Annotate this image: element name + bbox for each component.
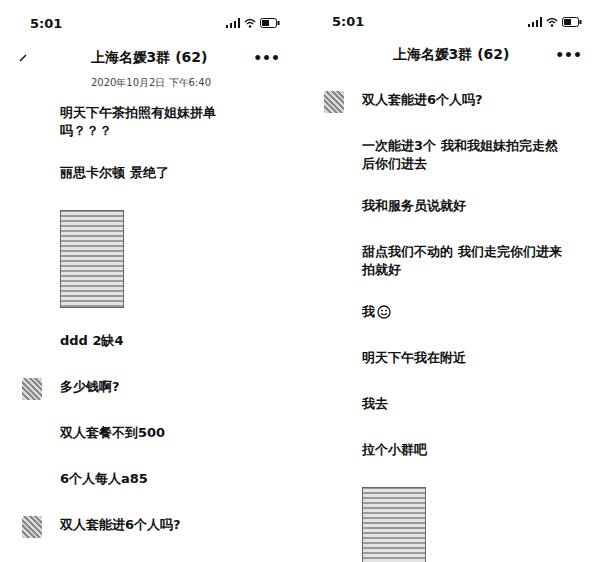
message-row: 我和服务员说就好 (320, 197, 594, 219)
avatar-slot (320, 349, 348, 371)
header-left (18, 53, 58, 63)
battery-icon (562, 17, 582, 27)
chat-title: 上海名媛3群 (62) (91, 49, 208, 67)
message-row (18, 210, 292, 308)
avatar[interactable] (22, 516, 42, 538)
message-text: 双人套餐不到500 (60, 424, 165, 442)
message-text: 我和服务员说就好 (362, 197, 466, 215)
avatar[interactable] (324, 91, 344, 113)
avatar-slot (320, 91, 348, 113)
message-text: 明天下午我在附近 (362, 349, 466, 367)
avatar-slot (320, 395, 348, 417)
message-text: 拉个小群吧 (362, 441, 427, 459)
avatar-slot (320, 487, 348, 509)
avatar-slot (320, 441, 348, 463)
avatar-slot (18, 470, 46, 492)
message-row: 我 (320, 303, 594, 325)
photo[interactable] (60, 210, 124, 308)
message-row: 明天下午茶拍照有姐妹拼单吗？？？ (18, 104, 292, 140)
screenshot-pair: 5:01上海名媛3群 (62)•••2020年10月2日 下午6:40明天下午茶… (0, 0, 604, 562)
message-row: 我去 (320, 395, 594, 417)
chat-title: 上海名媛3群 (62) (393, 46, 510, 64)
message-list: 双人套能进6个人吗? 一次能进3个 我和我姐妹拍完走然后你们进去我和服务员说就好甜… (302, 69, 604, 562)
avatar[interactable] (22, 378, 42, 400)
avatar-slot (18, 210, 46, 232)
avatar-slot (18, 516, 46, 538)
avatar-slot (320, 303, 348, 325)
avatar-slot (320, 137, 348, 159)
avatar-slot (18, 164, 46, 186)
status-bar: 5:01 (0, 0, 302, 32)
message-row: 明天下午我在附近 (320, 349, 594, 371)
more-button[interactable]: ••• (542, 47, 582, 63)
chat-header: 上海名媛3群 (62) ••• (0, 32, 302, 72)
back-icon[interactable] (18, 53, 28, 63)
avatar-slot (18, 104, 46, 126)
message-text: ddd 2缺4 (60, 332, 124, 350)
message-text: 丽思卡尔顿 景绝了 (60, 164, 169, 182)
message-text: 6个人每人a85 (60, 470, 148, 488)
message-text: 双人套能进6个人吗? (362, 91, 483, 109)
message-row: 双人套餐不到500 (18, 424, 292, 446)
avatar-slot (18, 378, 46, 400)
status-icons (528, 17, 582, 27)
message-row: 拉个小群吧 (320, 441, 594, 463)
signal-icon (528, 17, 542, 27)
status-time: 5:01 (332, 14, 364, 29)
message-row: 丽思卡尔顿 景绝了 (18, 164, 292, 186)
chat-panel: 5:01 上海名媛3群 (62) ••• 双人套能进6个人吗? 一次能进3个 我和我姐妹… (302, 0, 604, 562)
message-list: 明天下午茶拍照有姐妹拼单吗？？？ 丽思卡尔顿 景绝了 ddd 2缺4 多少钱啊? 双人套… (0, 90, 302, 538)
message-text: 我去 (362, 395, 388, 413)
battery-icon (260, 18, 280, 28)
message-row (320, 487, 594, 562)
signal-icon (226, 18, 240, 28)
message-row: 多少钱啊? (18, 378, 292, 400)
more-button[interactable]: ••• (240, 50, 280, 66)
message-text: 多少钱啊? (60, 378, 120, 396)
status-time: 5:01 (30, 16, 62, 31)
message-row: 6个人每人a85 (18, 470, 292, 492)
chat-header: 上海名媛3群 (62) ••• (302, 29, 604, 69)
status-icons (226, 18, 280, 28)
message-text: 明天下午茶拍照有姐妹拼单吗？？？ (60, 104, 260, 140)
wifi-icon (546, 17, 558, 27)
avatar-slot (18, 424, 46, 446)
avatar-slot (18, 332, 46, 354)
message-text: 双人套能进6个人吗? (60, 516, 181, 534)
message-row: 双人套能进6个人吗? (320, 91, 594, 113)
photo[interactable] (362, 487, 426, 562)
message-row: 双人套能进6个人吗? (18, 516, 292, 538)
status-bar: 5:01 (302, 0, 604, 29)
message-row: 甜点我们不动的 我们走完你们进来拍就好 (320, 243, 594, 279)
avatar-slot (320, 243, 348, 265)
message-text: 一次能进3个 我和我姐妹拍完走然后你们进去 (362, 137, 562, 173)
wifi-icon (244, 18, 256, 28)
message-row: 一次能进3个 我和我姐妹拍完走然后你们进去 (320, 137, 594, 173)
message-row: ddd 2缺4 (18, 332, 292, 354)
message-text: 甜点我们不动的 我们走完你们进来拍就好 (362, 243, 562, 279)
smiley-icon (377, 305, 391, 319)
chat-panel: 5:01上海名媛3群 (62)•••2020年10月2日 下午6:40明天下午茶… (0, 0, 302, 562)
avatar-slot (320, 197, 348, 219)
timestamp: 2020年10月2日 下午6:40 (0, 72, 302, 90)
message-text: 我 (362, 303, 391, 321)
